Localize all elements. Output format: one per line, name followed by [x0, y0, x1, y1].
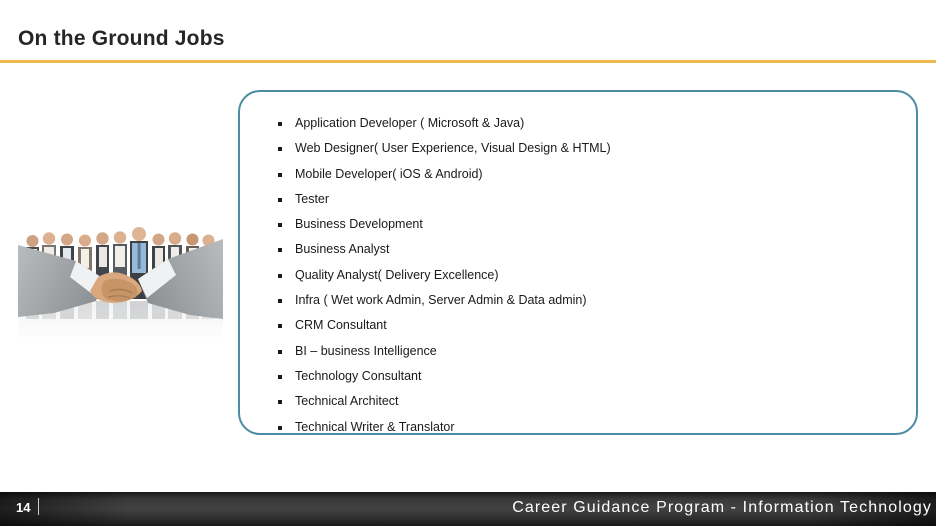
list-item: Technology Consultant — [276, 364, 916, 389]
list-item-label: Business Analyst — [295, 242, 390, 257]
list-item-label: Infra ( Wet work Admin, Server Admin & D… — [295, 293, 587, 308]
list-item: Web Designer( User Experience, Visual De… — [276, 136, 916, 161]
bullet-square-icon — [278, 172, 282, 177]
bullet-square-icon — [278, 197, 282, 202]
list-item: Tester — [276, 187, 916, 212]
list-item: Application Developer ( Microsoft & Java… — [276, 111, 916, 136]
bullet-square-icon — [278, 374, 282, 379]
list-item-label: Technical Architect — [295, 394, 399, 409]
bullet-square-icon — [278, 400, 282, 405]
bullet-square-icon — [278, 324, 282, 329]
list-item-label: Tester — [295, 191, 330, 206]
list-item: BI – business Intelligence — [276, 339, 916, 364]
bullet-square-icon — [278, 248, 282, 253]
bullet-square-icon — [278, 299, 282, 304]
list-item-label: CRM Consultant — [295, 318, 387, 333]
list-item-label: Business Development — [295, 217, 423, 232]
list-item-label: Application Developer ( Microsoft & Java… — [295, 116, 525, 130]
list-item: Technical Architect — [276, 389, 916, 414]
bullet-square-icon — [278, 122, 282, 126]
bullet-square-icon — [278, 349, 282, 354]
footer-bar: 14 Career Guidance Program - Information… — [0, 492, 936, 526]
bullet-square-icon — [278, 273, 282, 278]
list-item-label: Mobile Developer( iOS & Android) — [295, 166, 483, 181]
footer-title: Career Guidance Program - Information Te… — [512, 499, 932, 516]
list-item: Infra ( Wet work Admin, Server Admin & D… — [276, 288, 916, 313]
bullet-square-icon — [278, 147, 282, 152]
list-item: Technical Writer & Translator — [276, 415, 916, 440]
list-item-label: Technical Writer & Translator — [295, 419, 455, 434]
list-item-label: BI – business Intelligence — [295, 343, 437, 358]
page-number: 14 — [16, 500, 31, 515]
list-item: Business Development — [276, 212, 916, 237]
list-item: Business Analyst — [276, 237, 916, 262]
list-item: Quality Analyst( Delivery Excellence) — [276, 263, 916, 288]
slide-canvas: On the Ground Jobs Application Developer… — [0, 0, 936, 526]
list-item-label: Technology Consultant — [295, 368, 422, 383]
list-item-label: Web Designer( User Experience, Visual De… — [295, 141, 611, 156]
title-divider-rule — [0, 60, 936, 63]
bullet-square-icon — [278, 223, 282, 228]
list-item: CRM Consultant — [276, 313, 916, 338]
job-roles-list: Application Developer ( Microsoft & Java… — [276, 111, 916, 440]
bullet-square-icon — [278, 425, 282, 430]
handshake-photo-graphic — [18, 205, 223, 345]
list-item: Mobile Developer( iOS & Android) — [276, 162, 916, 187]
text-caret — [38, 498, 39, 515]
page-title: On the Ground Jobs — [18, 27, 225, 50]
list-item-label: Quality Analyst( Delivery Excellence) — [295, 267, 499, 282]
handshake-photo — [18, 205, 223, 345]
